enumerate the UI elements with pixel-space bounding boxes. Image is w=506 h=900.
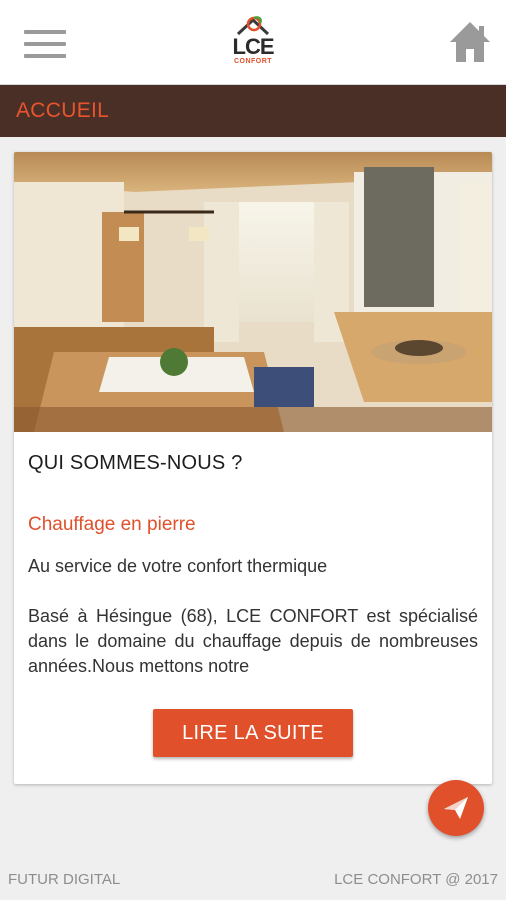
read-more-button[interactable]: LIRE LA SUITE: [153, 709, 353, 757]
send-icon: [444, 797, 468, 819]
card-body-text: Basé à Hésingue (68), LCE CONFORT est sp…: [28, 606, 478, 676]
logo-text: LCE: [232, 34, 275, 59]
footer-credit-left: FUTUR DIGITAL: [8, 871, 121, 888]
logo-subtext: CONFORT: [233, 58, 273, 65]
section-header-bar: ACCUEIL: [0, 85, 506, 137]
send-fab-button[interactable]: [428, 780, 484, 836]
brand-logo: LCE CONFORT: [224, 12, 282, 72]
top-app-bar: LCE CONFORT: [0, 0, 506, 85]
card-tagline: Au service de votre confort thermique: [28, 556, 328, 576]
hamburger-menu-icon[interactable]: [24, 30, 66, 58]
section-title: ACCUEIL: [16, 99, 110, 122]
card-subheading: Chauffage en pierre: [28, 514, 196, 535]
footer-credit-right: LCE CONFORT @ 2017: [334, 871, 498, 888]
about-card: QUI SOMMES-NOUS ? Chauffage en pierre Au…: [14, 152, 492, 784]
home-icon[interactable]: [448, 20, 492, 64]
interior-room-photo: [14, 152, 492, 432]
card-heading: QUI SOMMES-NOUS ?: [28, 452, 243, 474]
